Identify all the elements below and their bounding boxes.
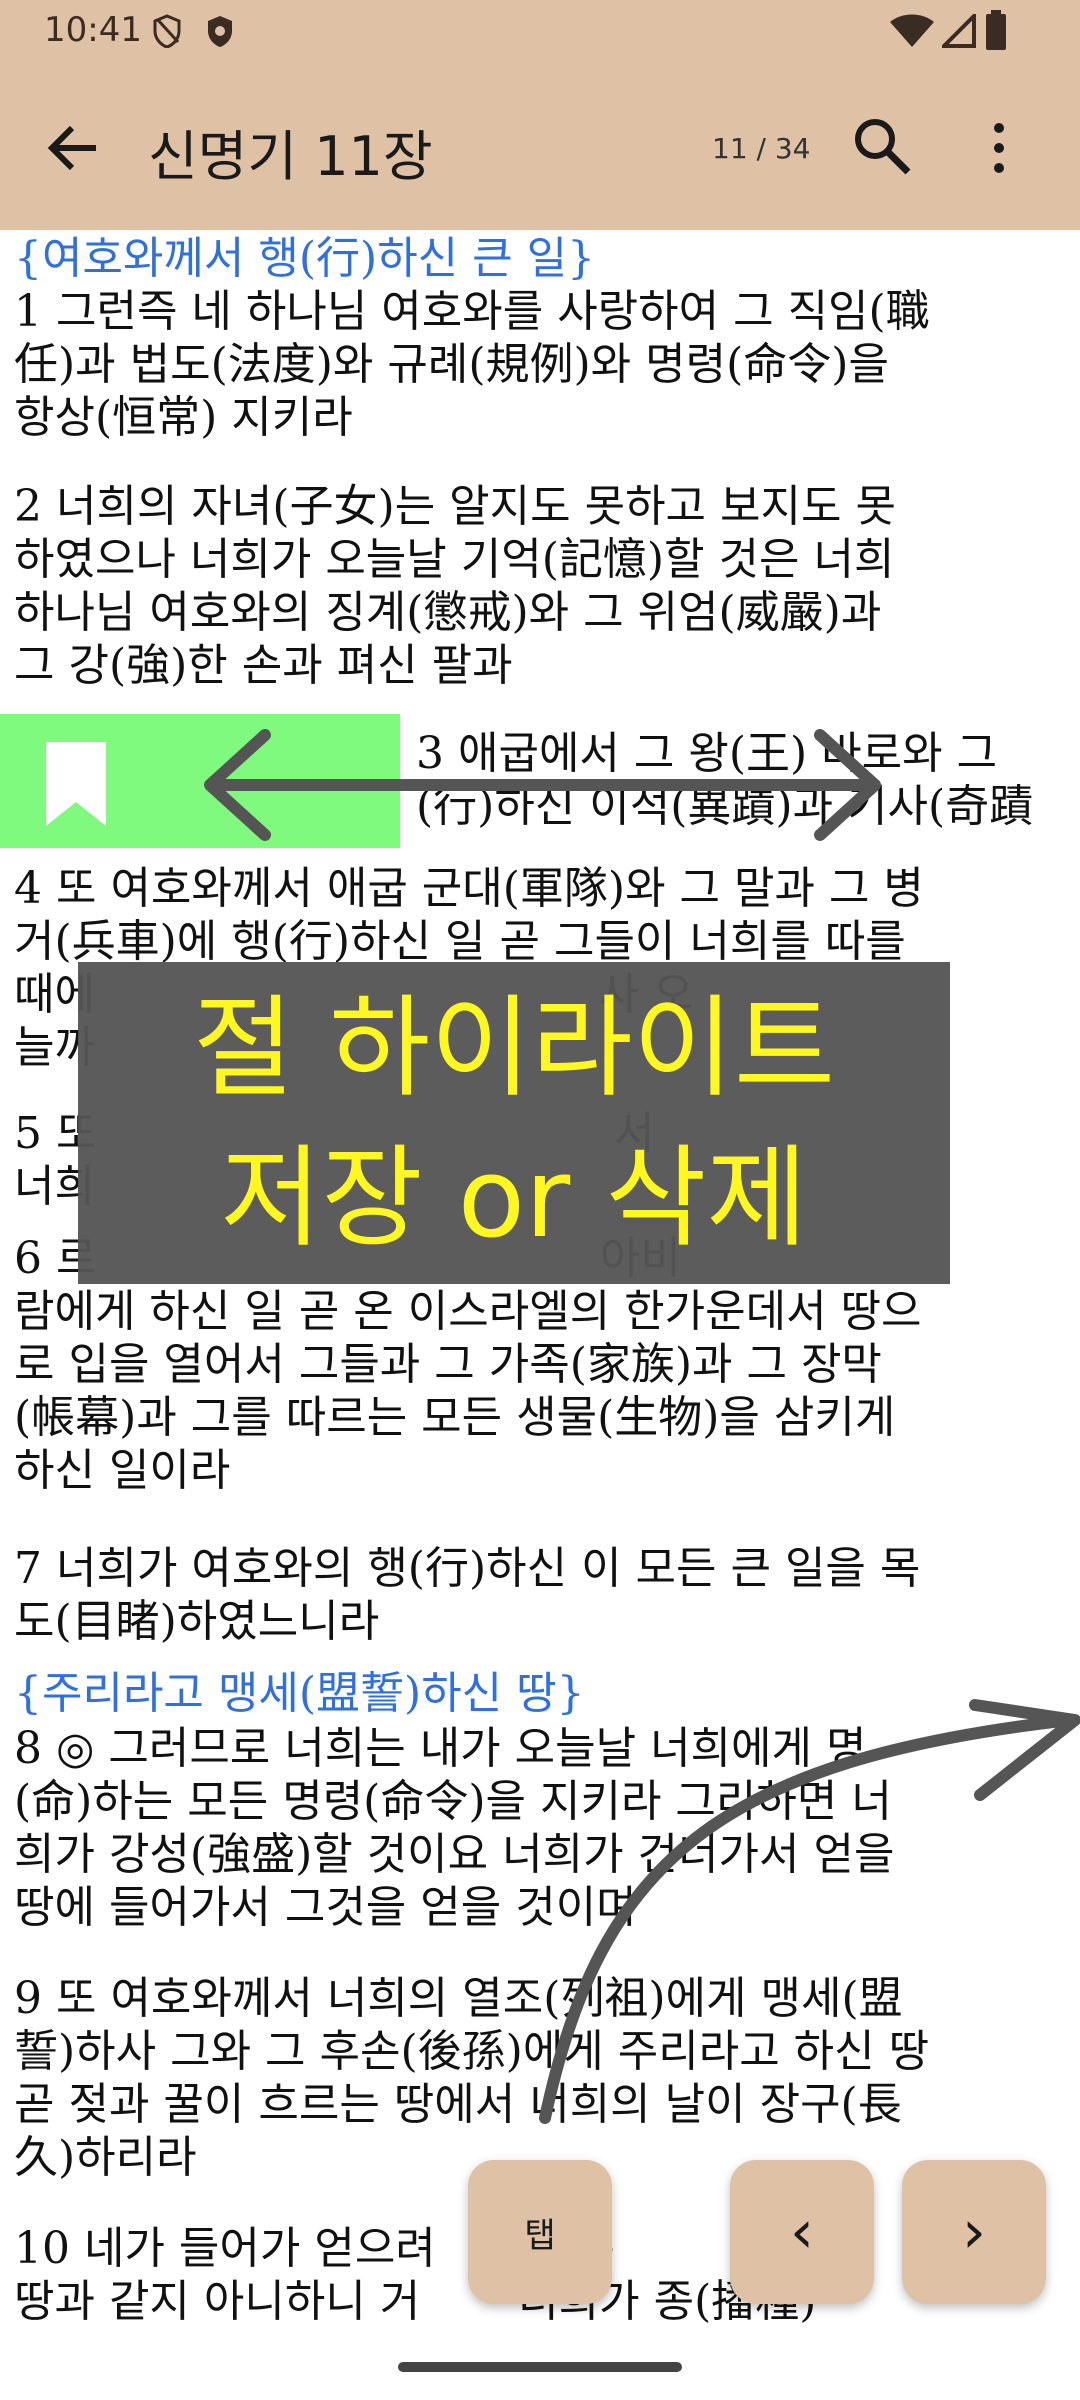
status-bar: 10:41 [0,0,1080,62]
verse-2[interactable]: 2 너희의 자녀(子女)는 알지도 못하고 보지도 못 하였으나 너희가 오늘날… [14,480,1074,692]
page-counter: 11 / 34 [712,132,811,165]
next-verse-button[interactable]: › [902,2160,1046,2304]
verse-3-line2[interactable]: (行)하신 이적(異蹟)과 기사(奇蹟 [416,780,1076,833]
verse-7[interactable]: 7 너희가 여호와의 행(行)하신 이 모든 큰 일을 목 도(目睹)하였느니라 [14,1542,1074,1648]
verse-8[interactable]: 8 ◎ 그러므로 너희는 내가 오늘날 너희에게 명 (命)하는 모든 명령(命… [14,1722,1074,1934]
shield-filled-icon [208,16,232,47]
chapter-title: 신명기 11장 [148,125,433,188]
overlay-line-2: 저장 or 삭제 [220,1134,808,1262]
wifi-icon [890,14,934,47]
section-heading: {주리라고 맹세(盟誓)하신 땅} [14,1668,585,1719]
signal-icon [942,14,976,48]
verse-1[interactable]: 1 그런즉 네 하나님 여호와를 사랑하여 그 직임(職 任)과 법도(法度)와… [14,285,1074,444]
tab-button[interactable]: 탭 [468,2160,612,2304]
tutorial-overlay: 절 하이라이트 저장 or 삭제 [78,962,950,1284]
overlay-line-1: 절 하이라이트 [192,984,836,1112]
battery-icon [986,10,1006,50]
gesture-nav-handle[interactable] [398,2362,682,2372]
shield-outline-icon [153,14,181,48]
chevron-left-icon: ‹ [790,2197,814,2267]
back-arrow-icon[interactable] [44,118,104,178]
search-icon[interactable] [850,114,914,178]
verse-9[interactable]: 9 또 여호와께서 너희의 열조(列祖)에게 맹세(盟 誓)하사 그와 그 후손… [14,1972,1074,2184]
section-heading: {여호와께서 행(行)하신 큰 일} [14,233,596,284]
prev-verse-button[interactable]: ‹ [730,2160,874,2304]
chevron-right-icon: › [962,2197,986,2267]
status-time: 10:41 [44,10,142,50]
more-vert-icon[interactable] [984,118,1014,178]
app-bar: 신명기 11장 11 / 34 [0,62,1080,230]
verse-3-line1[interactable]: 3 애굽에서 그 왕(王) 바로와 그 [416,727,1076,780]
